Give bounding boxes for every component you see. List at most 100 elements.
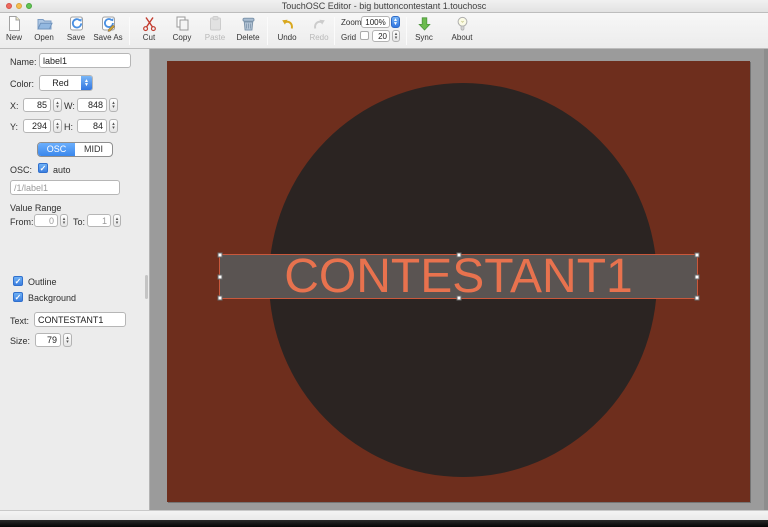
- canvas-workspace[interactable]: CONTESTANT1: [150, 49, 768, 510]
- cut-scissors-icon: [132, 15, 166, 33]
- h-input[interactable]: 84: [77, 119, 107, 133]
- outline-checkbox[interactable]: [13, 276, 23, 286]
- new-document-icon: [0, 15, 28, 33]
- undo-arrow-icon: [270, 15, 304, 33]
- y-input[interactable]: 294: [23, 119, 51, 133]
- color-label: Color:: [10, 79, 35, 89]
- about-button[interactable]: About: [445, 15, 479, 47]
- toolbar-divider: [129, 17, 130, 45]
- size-input[interactable]: 79: [35, 333, 61, 347]
- text-input[interactable]: CONTESTANT1: [34, 312, 126, 327]
- tab-osc[interactable]: OSC: [38, 143, 75, 156]
- background-checkbox[interactable]: [13, 292, 23, 302]
- toolbar-button-label: Undo: [277, 33, 297, 42]
- toolbar-button-label: Open: [34, 33, 54, 42]
- zoom-label: Zoom: [341, 18, 362, 27]
- grid-size-value: 20: [378, 31, 387, 41]
- cut-button[interactable]: Cut: [132, 15, 166, 47]
- color-dropdown[interactable]: Red ▲ ▼: [39, 75, 93, 91]
- sync-button[interactable]: Sync: [407, 15, 441, 47]
- osc-auto-label: auto: [53, 165, 71, 175]
- open-button[interactable]: Open: [27, 15, 61, 47]
- to-stepper[interactable]: ▴ ▾: [113, 214, 121, 227]
- new-button[interactable]: New: [0, 15, 28, 47]
- about-lightbulb-icon: [445, 15, 479, 33]
- name-value: label1: [43, 55, 68, 66]
- toolbar-button-label: Save As: [93, 33, 123, 42]
- dropdown-arrows-icon: ▲ ▼: [81, 76, 92, 90]
- inspector-panel: Name: label1 Color: Red ▲ ▼ X: 85 ▴ ▾ W: 8…: [0, 49, 150, 510]
- w-input[interactable]: 848: [77, 98, 107, 112]
- toolbar: New Open Save Save As Cut Copy Paste Del…: [0, 13, 768, 49]
- paste-clipboard-icon: [198, 15, 232, 33]
- y-value: 294: [31, 121, 47, 131]
- tab-midi[interactable]: MIDI: [75, 143, 112, 156]
- layout-page[interactable]: CONTESTANT1: [167, 61, 750, 502]
- toolbar-button-label: Copy: [172, 33, 192, 42]
- label1-text: CONTESTANT1: [284, 249, 633, 303]
- selection-handle[interactable]: [456, 252, 461, 258]
- h-label: H:: [64, 122, 73, 132]
- size-label: Size:: [10, 336, 31, 346]
- label1-control[interactable]: CONTESTANT1: [217, 249, 700, 303]
- selection-handle[interactable]: [694, 274, 700, 279]
- redo-arrow-icon: [302, 15, 336, 33]
- grid-size-field[interactable]: 20: [372, 30, 390, 42]
- background-label: Background: [28, 293, 77, 303]
- x-stepper[interactable]: ▴ ▾: [53, 98, 62, 112]
- size-stepper[interactable]: ▴ ▾: [63, 333, 72, 347]
- undo-button[interactable]: Undo: [270, 15, 304, 47]
- x-value: 85: [36, 100, 47, 110]
- x-input[interactable]: 85: [23, 98, 51, 112]
- name-input[interactable]: label1: [39, 53, 131, 68]
- selection-handle[interactable]: [694, 252, 700, 258]
- grid-checkbox[interactable]: [360, 31, 369, 40]
- toolbar-button-label: New: [5, 33, 22, 42]
- delete-trash-icon: [231, 15, 265, 33]
- copy-button[interactable]: Copy: [165, 15, 199, 47]
- osc-auto-checkbox[interactable]: [38, 163, 48, 173]
- selection-handle[interactable]: [217, 252, 223, 258]
- grid-size-stepper[interactable]: ▴ ▾: [392, 30, 400, 42]
- osc-address-value: /1/label1: [14, 182, 49, 193]
- y-label: Y:: [10, 122, 19, 132]
- x-label: X:: [10, 101, 19, 111]
- zoom-select[interactable]: 100%: [361, 16, 390, 28]
- name-label: Name:: [10, 57, 37, 67]
- titlebar: TouchOSC Editor - big buttoncontestant 1…: [0, 0, 768, 13]
- from-input[interactable]: 0: [34, 214, 58, 227]
- h-value: 84: [92, 121, 103, 131]
- value-range-label: Value Range: [10, 203, 62, 213]
- toolbar-button-label: Delete: [236, 33, 260, 42]
- to-input[interactable]: 1: [87, 214, 111, 227]
- from-stepper[interactable]: ▴ ▾: [60, 214, 68, 227]
- zoom-value: 100%: [365, 17, 386, 27]
- save-as-icon: [88, 15, 128, 33]
- toolbar-button-label: Redo: [309, 33, 329, 42]
- w-stepper[interactable]: ▴ ▾: [109, 98, 118, 112]
- w-value: 848: [87, 100, 103, 110]
- panel-scrollbar-thumb[interactable]: [145, 275, 148, 299]
- osc-address-input[interactable]: /1/label1: [10, 180, 120, 195]
- outline-label: Outline: [28, 277, 57, 287]
- workspace-scrollbar-track[interactable]: [764, 49, 768, 510]
- selection-handle[interactable]: [694, 295, 700, 301]
- redo-button[interactable]: Redo: [302, 15, 336, 47]
- h-stepper[interactable]: ▴ ▾: [109, 119, 118, 133]
- paste-button[interactable]: Paste: [198, 15, 232, 47]
- delete-button[interactable]: Delete: [231, 15, 265, 47]
- grid-label: Grid: [341, 33, 357, 42]
- save-as-button[interactable]: Save As: [88, 15, 128, 47]
- osc-midi-tabs: OSC MIDI: [37, 142, 113, 157]
- text-label: Text:: [10, 316, 30, 326]
- selection-handle[interactable]: [217, 295, 223, 301]
- toolbar-button-label: About: [451, 33, 473, 42]
- selection-handle[interactable]: [456, 295, 461, 301]
- open-folder-icon: [27, 15, 61, 33]
- y-stepper[interactable]: ▴ ▾: [53, 119, 62, 133]
- toolbar-button-label: Cut: [142, 33, 156, 42]
- selection-handle[interactable]: [217, 274, 223, 279]
- window-bottom-edge: [0, 510, 768, 520]
- toolbar-divider: [334, 17, 335, 45]
- zoom-stepper[interactable]: ▲ ▼: [391, 16, 400, 28]
